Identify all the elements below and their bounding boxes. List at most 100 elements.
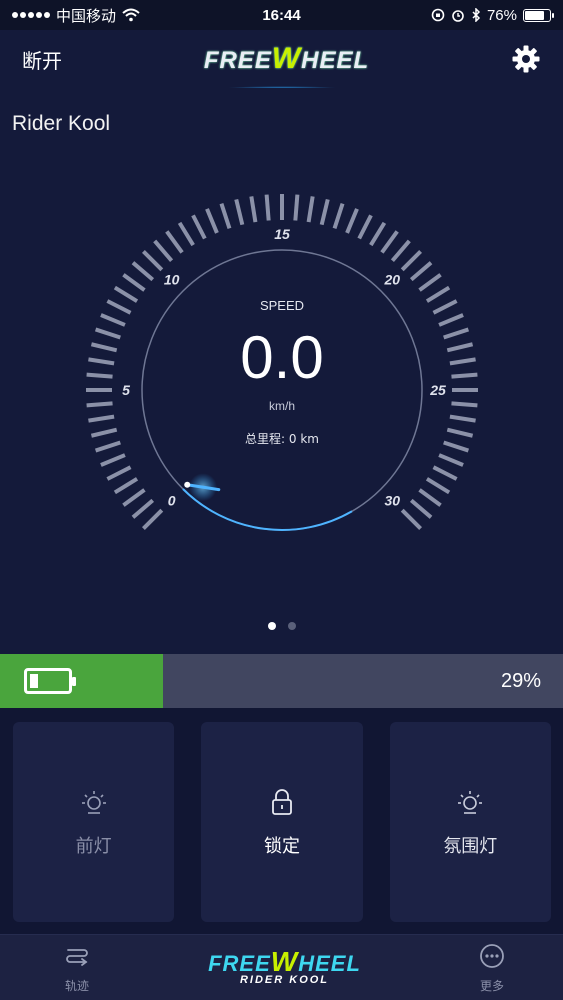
gauge-tick xyxy=(345,208,359,234)
gauge-tick xyxy=(234,198,245,226)
gauge-tick xyxy=(418,488,442,507)
page-indicator[interactable] xyxy=(0,622,563,630)
lock-button[interactable]: 锁定 xyxy=(201,722,363,922)
status-bar: 中国移动 16:44 76% xyxy=(0,0,563,30)
wifi-icon xyxy=(122,8,140,22)
gauge-tick xyxy=(141,249,164,272)
gear-icon[interactable] xyxy=(511,44,541,74)
nav-bar: 断开 FREEWHEEL xyxy=(0,30,563,88)
logo-w: W xyxy=(271,42,302,75)
gauge-tick xyxy=(451,372,478,379)
speed-unit: km/h xyxy=(269,399,295,413)
gauge-tick xyxy=(88,414,115,423)
tab-more[interactable]: 更多 xyxy=(477,941,507,994)
headlight-button[interactable]: 前灯 xyxy=(13,722,175,922)
route-icon xyxy=(66,949,88,966)
gauge-tick xyxy=(400,508,423,531)
tick-label-20: 20 xyxy=(384,272,401,288)
more-icon xyxy=(480,944,504,968)
gauge-tick xyxy=(446,427,474,438)
gauge-tick xyxy=(86,372,113,379)
total-mileage: 总里程: 0 km xyxy=(245,431,319,446)
gauge-tick xyxy=(418,273,442,292)
gauge-tick xyxy=(86,401,113,408)
logo-heel: HEEL xyxy=(301,47,370,74)
gauge-tick xyxy=(438,453,464,467)
gauge-tick xyxy=(449,414,476,423)
alarm-icon xyxy=(452,10,464,22)
logo-free: FREE xyxy=(203,47,272,74)
ambient-light-button[interactable]: 氛围灯 xyxy=(389,722,551,922)
bluetooth-icon xyxy=(472,8,481,22)
gauge-tick xyxy=(409,261,433,282)
gauge-tick xyxy=(432,465,458,481)
gauge-tick xyxy=(131,498,155,519)
gauge-tick xyxy=(451,401,478,408)
tick-label-30: 30 xyxy=(385,492,401,508)
tab-logo-free: FREE xyxy=(208,950,271,976)
gauge-tick xyxy=(249,196,258,223)
gauge-tick xyxy=(425,477,451,495)
tab-track-label: 轨迹 xyxy=(64,979,89,993)
page-dot-1[interactable] xyxy=(267,622,276,630)
battery-icon xyxy=(24,668,76,694)
tick-label-5: 5 xyxy=(122,382,130,398)
sun-icon xyxy=(458,791,483,814)
tab-logo-subtitle: RIDER KOOL xyxy=(239,973,330,986)
gauge-tick xyxy=(409,498,433,519)
app-logo: FREEWHEEL xyxy=(204,42,369,76)
bottom-tab-bar: 轨迹 FREEWHEEL RIDER KOOL 更多 xyxy=(0,934,563,1000)
gauge-tick xyxy=(390,239,411,263)
gauge-tick xyxy=(357,214,373,240)
lock-label: 锁定 xyxy=(263,836,300,856)
tab-more-label: 更多 xyxy=(479,979,504,993)
gauge-tick xyxy=(90,342,118,353)
ambient-light-label: 氛围灯 xyxy=(443,836,498,856)
gauge-tick xyxy=(400,249,423,272)
gauge-tick xyxy=(153,239,174,263)
gauge-tick xyxy=(443,327,470,340)
control-panel: 前灯 锁定 氛围灯 xyxy=(0,708,563,934)
gauge-tick xyxy=(165,230,184,254)
gauge-tick xyxy=(100,453,126,467)
rider-name: Rider Kool xyxy=(12,112,111,135)
gauge-tick xyxy=(141,508,164,531)
gauge-tick xyxy=(319,198,330,226)
tab-home-logo[interactable]: FREEWHEEL RIDER KOOL xyxy=(208,946,361,986)
status-right: 76% xyxy=(431,6,554,24)
status-battery-icon xyxy=(523,8,554,22)
gauge-tick xyxy=(205,208,219,234)
speed-label: SPEED xyxy=(260,298,304,313)
orientation-lock-icon xyxy=(431,8,445,22)
gauge-tick xyxy=(332,202,345,229)
gauge-tick xyxy=(88,357,115,366)
tick-label-0: 0 xyxy=(168,492,176,508)
status-left: 中国移动 xyxy=(12,5,140,26)
gauge-tick xyxy=(113,477,139,495)
disconnect-button[interactable]: 断开 xyxy=(22,45,62,74)
status-battery-percent: 76% xyxy=(486,6,517,24)
gauge-tick xyxy=(90,427,118,438)
app-screen: 中国移动 16:44 76% 断开 FREEWHEEL Rider Kool 0… xyxy=(0,0,563,1000)
gauge-tick xyxy=(94,440,121,453)
speed-panel: Rider Kool 0 5 10 15 20 25 30 SPEED 0.0 … xyxy=(0,88,563,654)
tab-track[interactable]: 轨迹 xyxy=(62,941,92,994)
gauge-tick xyxy=(306,196,315,223)
page-dot-2[interactable] xyxy=(287,622,296,630)
gauge-tick xyxy=(122,273,146,292)
gauge-tick xyxy=(219,202,232,229)
gauge-tick xyxy=(369,221,387,247)
gauge-tick xyxy=(380,230,399,254)
gauge-tick xyxy=(438,313,464,327)
gauge-tick xyxy=(293,194,300,221)
battery-bar: 29% xyxy=(0,654,563,708)
sun-icon xyxy=(81,791,106,814)
gauge-tick xyxy=(106,299,132,315)
gauge-tick xyxy=(264,194,271,221)
speedometer: 0 5 10 15 20 25 30 SPEED 0.0 km/h 总里程: 0… xyxy=(86,194,478,531)
gauge-tick xyxy=(449,357,476,366)
gauge-tick xyxy=(432,299,458,315)
tick-label-25: 25 xyxy=(429,382,446,398)
gauge-tick xyxy=(122,488,146,507)
gauge-tick xyxy=(443,440,470,453)
